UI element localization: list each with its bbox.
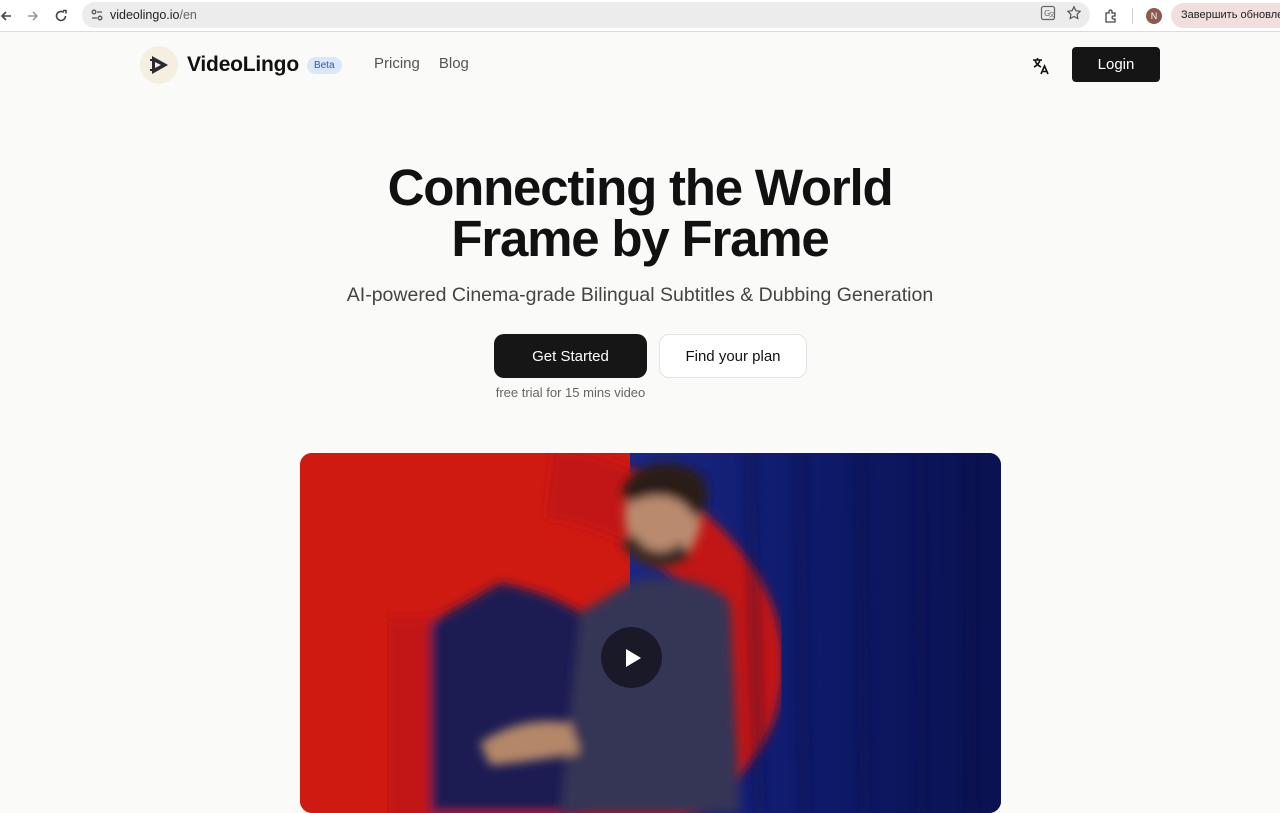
brand-name: VideoLingo: [187, 53, 299, 76]
main-nav: Pricing Blog: [374, 55, 469, 72]
profile-avatar[interactable]: N: [1146, 8, 1162, 24]
nav-blog[interactable]: Blog: [439, 55, 469, 72]
nav-pricing[interactable]: Pricing: [374, 55, 420, 72]
reload-icon[interactable]: [47, 2, 75, 30]
play-icon: [625, 648, 641, 667]
hero-title-line2: Frame by Frame: [451, 210, 829, 267]
site-header: VideoLingo Beta Pricing Blog Login: [0, 33, 1280, 97]
logo-icon: [140, 46, 178, 84]
trial-note: free trial for 15 mins video: [495, 385, 646, 400]
site-settings-icon[interactable]: [84, 2, 110, 28]
language-icon[interactable]: [1028, 53, 1054, 79]
find-plan-button[interactable]: Find your plan: [659, 334, 807, 378]
url-text: videolingo.io/en: [110, 8, 197, 22]
hero-title-line1: Connecting the World: [387, 159, 894, 216]
play-button[interactable]: [601, 627, 662, 688]
beta-badge: Beta: [306, 56, 342, 74]
back-icon[interactable]: [0, 2, 20, 30]
toolbar-divider: [1132, 8, 1133, 24]
logo-link[interactable]: VideoLingo Beta: [140, 46, 342, 84]
get-started-button[interactable]: Get Started: [494, 334, 647, 378]
bookmark-star-icon[interactable]: [1066, 4, 1082, 26]
forward-icon[interactable]: [19, 2, 47, 30]
extensions-icon[interactable]: [1103, 8, 1119, 29]
hero-title: Connecting the World Frame by Frame: [0, 162, 1280, 264]
login-button[interactable]: Login: [1072, 47, 1160, 82]
hero-subtitle: AI-powered Cinema-grade Bilingual Subtit…: [346, 284, 934, 306]
browser-toolbar: videolingo.io/en G文 N Завершить обновле: [0, 0, 1280, 32]
address-bar[interactable]: videolingo.io/en G文: [82, 2, 1090, 28]
svg-text:文: 文: [1049, 11, 1055, 19]
translate-page-icon[interactable]: G文: [1040, 5, 1056, 26]
update-button[interactable]: Завершить обновле: [1171, 3, 1280, 28]
